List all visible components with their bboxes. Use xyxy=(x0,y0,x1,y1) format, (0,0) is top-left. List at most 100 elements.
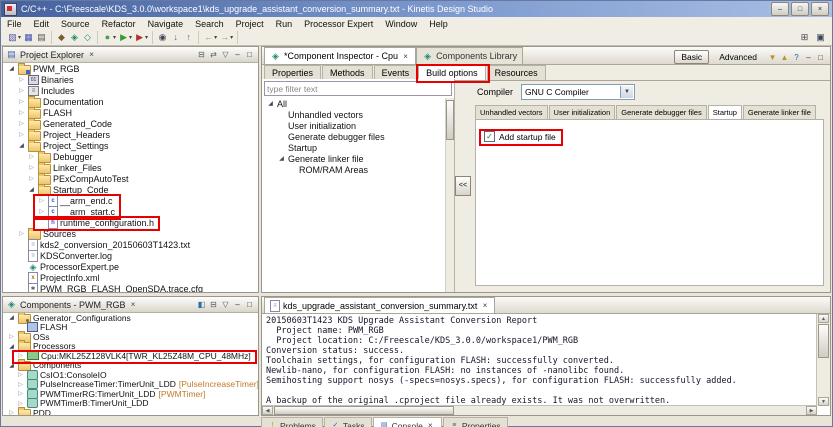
tree-item-flash[interactable]: ▷ FLASH xyxy=(3,106,258,119)
tree-expand-icon[interactable]: ▷ xyxy=(16,352,25,359)
tree-expand-icon[interactable]: ▷ xyxy=(7,333,16,340)
scroll-right-icon[interactable]: ▶ xyxy=(806,406,817,415)
scrollbar-thumb[interactable] xyxy=(446,100,454,140)
tree-expand-icon[interactable]: ▷ xyxy=(7,409,16,415)
option-tab-generate-debugger-files[interactable]: Generate debugger files xyxy=(616,105,707,119)
menu-refactor[interactable]: Refactor xyxy=(96,17,142,30)
menu-run[interactable]: Run xyxy=(270,17,299,30)
new-wizard-button[interactable]: ▧ ▾ xyxy=(6,31,22,44)
help-icon[interactable]: ? xyxy=(791,52,802,63)
tab-components-library[interactable]: Components Library xyxy=(416,47,524,64)
menu-navigate[interactable]: Navigate xyxy=(142,17,190,30)
minimize-icon[interactable]: – xyxy=(232,299,243,310)
tree-collapse-icon[interactable]: ◢ xyxy=(7,343,16,350)
tree-expand-icon[interactable]: ▷ xyxy=(17,230,26,237)
tree-item-csio1-consoleio[interactable]: ▷ CsIO1:ConsoleIO xyxy=(3,369,258,380)
basic-view-button[interactable]: Basic xyxy=(674,50,710,64)
new-component-button[interactable]: ◇ xyxy=(81,31,94,44)
subtab-properties[interactable]: Properties xyxy=(264,65,322,80)
checkbox-icon[interactable] xyxy=(484,131,495,142)
maximize-icon[interactable]: □ xyxy=(244,49,255,60)
tab-component-inspector[interactable]: *Component Inspector - Cpu xyxy=(264,47,417,64)
show-categories-icon[interactable]: ◧ xyxy=(196,299,207,310)
tree-expand-icon[interactable]: ▷ xyxy=(16,381,25,388)
bottom-tab-console[interactable]: ▤ Console xyxy=(372,417,442,427)
debug-button[interactable]: ● ▾ xyxy=(101,31,117,44)
scrollbar-thumb[interactable] xyxy=(274,406,454,415)
next-annotation-button[interactable]: ↓ xyxy=(169,31,182,44)
menu-search[interactable]: Search xyxy=(189,17,230,30)
option-tab-user-initialization[interactable]: User initialization xyxy=(548,105,616,119)
tree-collapse-icon[interactable]: ◢ xyxy=(7,362,16,369)
view-menu-icon[interactable]: ▽ xyxy=(220,49,231,60)
tree-expand-icon[interactable]: ▷ xyxy=(17,131,26,138)
bottom-tab-properties[interactable]: ≡ Properties xyxy=(442,417,508,427)
tree-item-runtime-configuration-h[interactable]: runtime_configuration.h xyxy=(3,216,258,229)
tree-item-generate-debugger-files[interactable]: Generate debugger files xyxy=(262,131,454,142)
tree-expand-icon[interactable]: ▷ xyxy=(37,197,46,204)
subtab-methods[interactable]: Methods xyxy=(322,65,373,80)
close-icon[interactable] xyxy=(480,301,489,310)
scrollbar-vertical[interactable] xyxy=(445,98,454,292)
external-tools-button[interactable]: ▶ ▾ xyxy=(133,31,149,44)
filter-input[interactable] xyxy=(264,81,452,96)
subtab-events[interactable]: Events xyxy=(373,65,418,80)
tree-expand-icon[interactable]: ▷ xyxy=(17,109,26,116)
tree-item-debugger[interactable]: ▷ Debugger xyxy=(3,150,258,163)
tree-expand-icon[interactable]: ▷ xyxy=(16,390,25,397)
tree-item-pexcompautotest[interactable]: ▷ PExCompAutoTest xyxy=(3,172,258,185)
tree-item--arm-start-c[interactable]: ▷ __arm_start.c xyxy=(3,205,258,218)
scroll-down-icon[interactable]: ▼ xyxy=(818,397,829,406)
bottom-tab-tasks[interactable]: ✓ Tasks xyxy=(323,417,372,427)
tree-expand-icon[interactable]: ▷ xyxy=(37,208,46,215)
tree-item-kds2-conversion-20150603t1423-txt[interactable]: kds2_conversion_20150603T1423.txt xyxy=(3,238,258,251)
tree-item-processors[interactable]: ◢ Processors xyxy=(3,340,258,353)
option-tab-unhandled-vectors[interactable]: Unhandled vectors xyxy=(475,105,548,119)
close-icon[interactable] xyxy=(426,421,435,427)
dropdown-arrow-icon[interactable]: ▾ xyxy=(113,34,116,41)
minimize-window-button[interactable] xyxy=(771,2,789,16)
tree-expand-icon[interactable]: ▷ xyxy=(27,175,36,182)
close-window-button[interactable] xyxy=(811,2,829,16)
tree-item-kdsconverter-log[interactable]: KDSConverter.log xyxy=(3,249,258,262)
tree-collapse-icon[interactable]: ◢ xyxy=(277,155,286,162)
back-button[interactable]: ← ▾ xyxy=(202,31,218,44)
tree-item-generator-configurations[interactable]: ◢ Generator_Configurations xyxy=(3,313,258,324)
tree-item-generated-code[interactable]: ▷ Generated_Code xyxy=(3,117,258,130)
scroll-left-icon[interactable]: ◀ xyxy=(262,406,273,415)
collapse-all-icon[interactable]: ⊟ xyxy=(196,49,207,60)
prev-annotation-button[interactable]: ↑ xyxy=(182,31,195,44)
tree-item-linker-files[interactable]: ▷ Linker_Files xyxy=(3,161,258,174)
tree-item-sources[interactable]: ▷ Sources xyxy=(3,227,258,240)
advanced-view-button[interactable]: Advanced xyxy=(712,50,764,64)
menu-processor-expert[interactable]: Processor Expert xyxy=(298,17,379,30)
minimize-icon[interactable]: – xyxy=(803,52,814,63)
subtab-build-options[interactable]: Build options xyxy=(418,65,486,80)
import-settings-icon[interactable]: ▲ xyxy=(779,52,790,63)
generate-processor-expert-code-button[interactable]: ◈ xyxy=(68,31,81,44)
tab-conversion-summary[interactable]: kds_upgrade_assistant_conversion_summary… xyxy=(264,297,496,313)
tree-expand-icon[interactable]: ▷ xyxy=(17,76,26,83)
option-tab-generate-linker-file[interactable]: Generate linker file xyxy=(742,105,816,119)
tree-collapse-icon[interactable]: ◢ xyxy=(266,100,275,107)
tree-item-includes[interactable]: ▷ Includes xyxy=(3,85,258,96)
close-icon[interactable] xyxy=(401,52,410,61)
tree-collapse-icon[interactable]: ◢ xyxy=(17,142,26,149)
menu-help[interactable]: Help xyxy=(423,17,454,30)
dropdown-arrow-icon[interactable]: ▾ xyxy=(129,34,132,41)
close-icon[interactable] xyxy=(87,50,96,59)
link-with-editor-icon[interactable]: ⇄ xyxy=(208,49,219,60)
export-settings-icon[interactable]: ▼ xyxy=(767,52,778,63)
tree-expand-icon[interactable]: ▷ xyxy=(27,153,36,160)
tree-item-unhandled-vectors[interactable]: Unhandled vectors xyxy=(262,109,454,120)
scroll-up-icon[interactable]: ▲ xyxy=(818,314,829,323)
tree-item--arm-end-c[interactable]: ▷ __arm_end.c xyxy=(3,194,258,207)
subtab-resources[interactable]: Resources xyxy=(486,65,546,80)
tree-item-projectinfo-xml[interactable]: ProjectInfo.xml xyxy=(3,271,258,284)
tree-item-pwmtimerb-timerunit-ldd[interactable]: ▷ PWMTimerB:TimerUnit_LDD xyxy=(3,398,258,409)
menu-window[interactable]: Window xyxy=(379,17,423,30)
collapse-pane-button[interactable]: << xyxy=(455,175,471,196)
tree-expand-icon[interactable]: ▷ xyxy=(17,98,26,105)
bottom-tab-problems[interactable]: ! Problems xyxy=(261,417,323,427)
scrollbar-vertical[interactable]: ▲ ▼ xyxy=(816,314,830,406)
